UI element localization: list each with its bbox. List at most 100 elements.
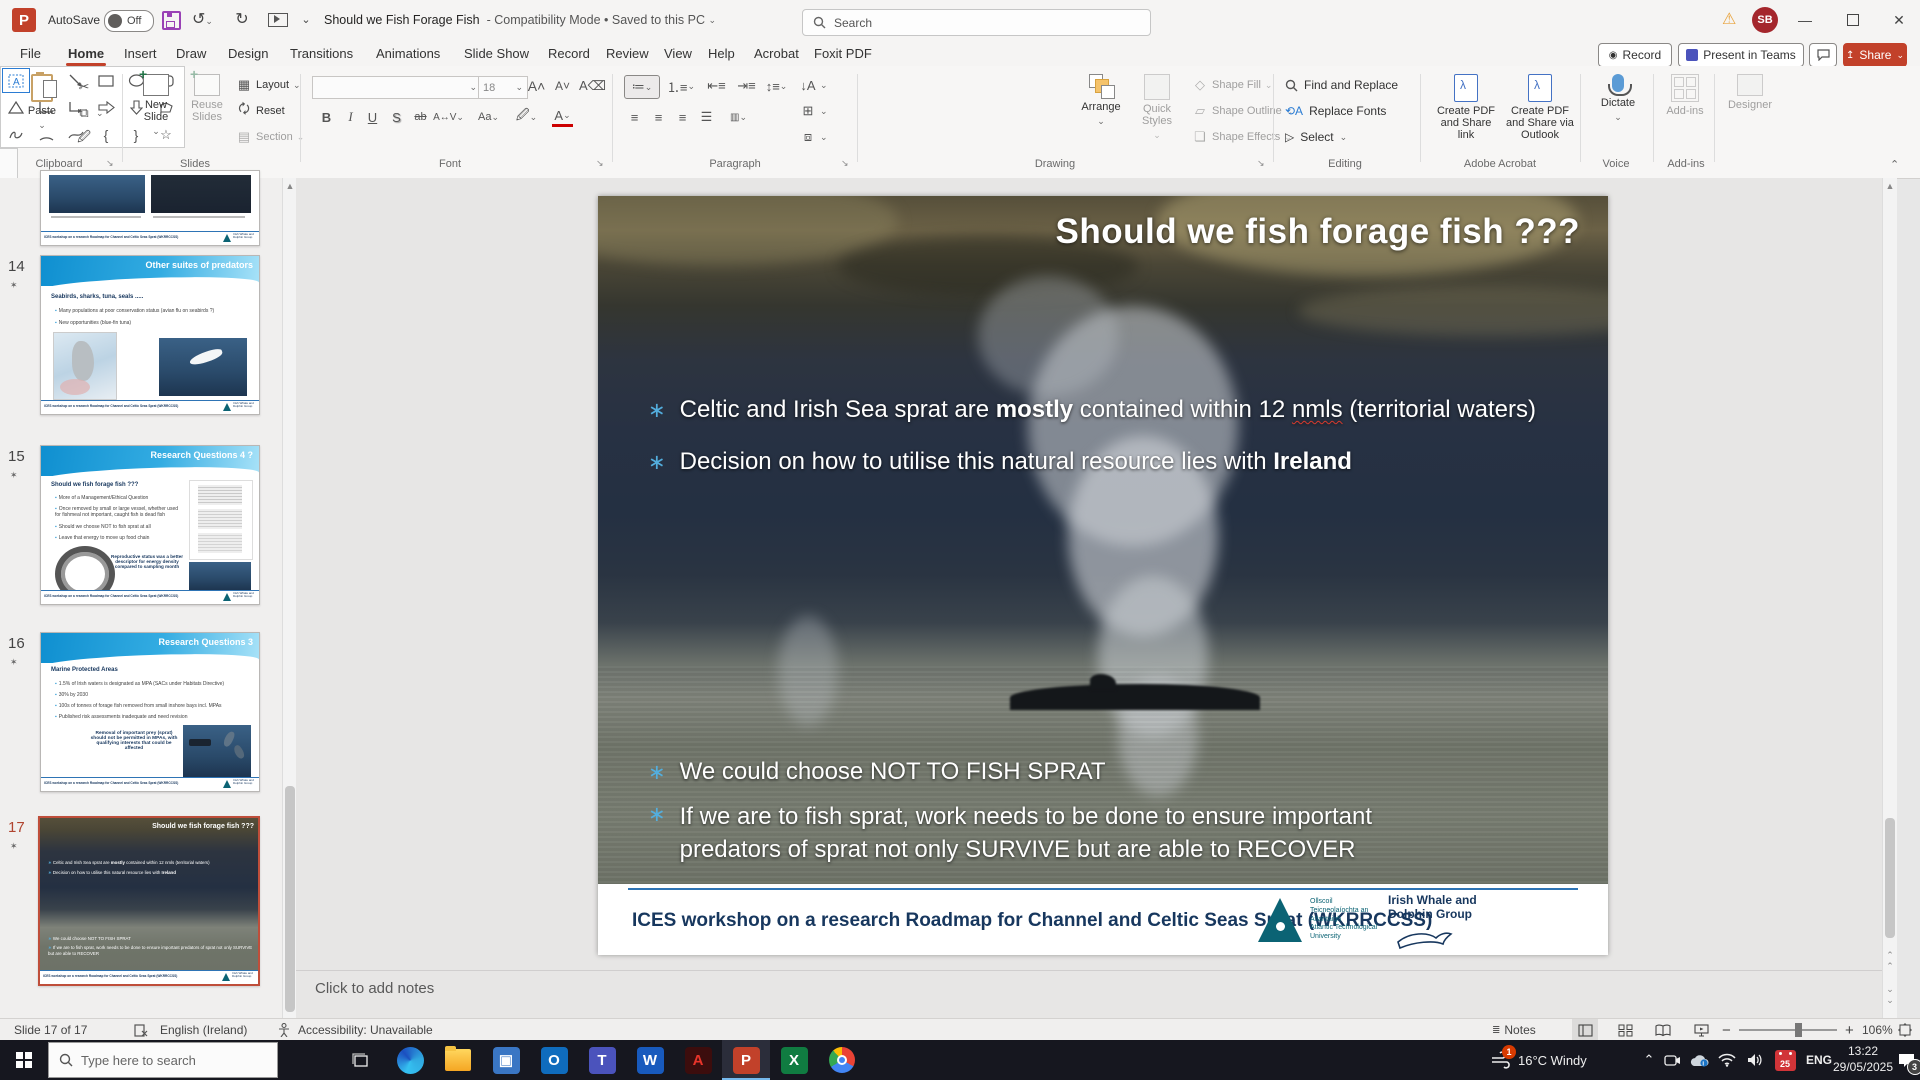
- language-indicator[interactable]: English (Ireland): [160, 1019, 247, 1041]
- start-slideshow-icon[interactable]: [268, 13, 288, 27]
- align-left-button[interactable]: ≡: [624, 106, 645, 128]
- title-dropdown-icon[interactable]: ⌄: [708, 15, 716, 26]
- share-button[interactable]: ↥Share⌄: [1843, 43, 1907, 67]
- slide-sorter-view-button[interactable]: [1612, 1019, 1638, 1041]
- zoom-slider-thumb[interactable]: [1795, 1023, 1802, 1037]
- tab-view[interactable]: View: [662, 40, 694, 66]
- taskbar-search-input[interactable]: Type here to search: [48, 1042, 278, 1078]
- replace-fonts-button[interactable]: ⟲A Replace Fonts: [1285, 104, 1386, 118]
- reading-view-button[interactable]: [1650, 1019, 1676, 1041]
- taskbar-excel-icon[interactable]: X: [770, 1040, 818, 1080]
- normal-view-button[interactable]: [1572, 1019, 1598, 1041]
- arrange-button[interactable]: Arrange⌄: [1075, 74, 1127, 127]
- taskbar-acrobat-icon[interactable]: A: [674, 1040, 722, 1080]
- slide-title[interactable]: Should we fish forage fish ???: [1056, 212, 1580, 252]
- previous-slide-icon[interactable]: ⌃⌃: [1883, 950, 1897, 972]
- taskbar-file-explorer-icon[interactable]: [434, 1040, 482, 1080]
- calendar-tray-icon[interactable]: 25: [1772, 1040, 1798, 1080]
- increase-indent-button[interactable]: ⇥≡: [736, 75, 757, 97]
- search-input[interactable]: Search: [802, 9, 1151, 36]
- notes-toggle[interactable]: ≣ Notes: [1492, 1019, 1536, 1041]
- accessibility-status[interactable]: Accessibility: Unavailable: [298, 1019, 433, 1041]
- tab-transitions[interactable]: Transitions: [288, 40, 355, 66]
- text-direction-button[interactable]: ↓A⌄: [800, 78, 828, 92]
- find-replace-button[interactable]: Find and Replace: [1285, 78, 1398, 92]
- tab-slideshow[interactable]: Slide Show: [462, 40, 531, 66]
- cut-button[interactable]: ✂: [76, 80, 99, 94]
- tab-foxit[interactable]: Foxit PDF: [812, 40, 874, 66]
- qat-overflow-icon[interactable]: ⌄: [296, 10, 316, 30]
- taskbar-edge-icon[interactable]: [386, 1040, 434, 1080]
- layout-button[interactable]: ▦Layout⌄: [236, 78, 301, 92]
- character-spacing-button[interactable]: A↔V⌄: [438, 106, 459, 128]
- main-scrollbar[interactable]: ▲ ⌃⌃ ⌄⌄: [1882, 178, 1897, 1018]
- zoom-slider[interactable]: [1739, 1029, 1837, 1031]
- drawing-dialog-launcher[interactable]: ↘: [1257, 158, 1265, 169]
- minimize-button[interactable]: —: [1782, 0, 1828, 40]
- save-icon[interactable]: [162, 11, 181, 30]
- thumbnail-slide-17-selected[interactable]: Should we fish forage fish ??? ∗ Celtic …: [38, 816, 260, 986]
- italic-button[interactable]: I: [340, 106, 361, 128]
- font-size-combo[interactable]: 18⌄: [478, 76, 528, 99]
- align-text-button[interactable]: ⊞⌄: [800, 104, 828, 118]
- designer-button[interactable]: Designer: [1722, 74, 1778, 111]
- main-scrollbar-thumb[interactable]: [1885, 818, 1895, 938]
- thumbnail-slide-13[interactable]: ICES workshop on a research Roadmap for …: [40, 170, 260, 246]
- paragraph-dialog-launcher[interactable]: ↘: [841, 158, 849, 169]
- powerpoint-app-icon[interactable]: P: [12, 8, 36, 32]
- clipboard-dialog-launcher[interactable]: ↘: [106, 158, 114, 169]
- dictate-button[interactable]: Dictate⌄: [1592, 74, 1644, 123]
- scroll-up-icon[interactable]: ▲: [1883, 181, 1897, 191]
- tab-acrobat[interactable]: Acrobat: [752, 40, 801, 66]
- notes-placeholder[interactable]: Click to add notes: [315, 980, 434, 997]
- columns-button[interactable]: ▥⌄: [728, 106, 749, 128]
- volume-icon[interactable]: [1742, 1040, 1768, 1080]
- zoom-in-button[interactable]: +: [1845, 1019, 1854, 1041]
- redo-icon[interactable]: ↻: [232, 10, 252, 30]
- wifi-icon[interactable]: [1714, 1040, 1740, 1080]
- thumbnail-slide-16[interactable]: Research Questions 3 Marine Protected Ar…: [40, 632, 260, 792]
- undo-icon[interactable]: ↺⌄: [192, 10, 212, 30]
- text-shadow-button[interactable]: S: [386, 106, 407, 128]
- tab-record[interactable]: Record: [546, 40, 592, 66]
- thumbnail-scroll-up-icon[interactable]: ▲: [283, 181, 297, 191]
- close-button[interactable]: ✕: [1876, 0, 1920, 40]
- warning-icon[interactable]: ⚠: [1722, 9, 1736, 29]
- slide-counter[interactable]: Slide 17 of 17: [14, 1019, 87, 1041]
- tab-design[interactable]: Design: [226, 40, 270, 66]
- highlight-color-button[interactable]: 🖉⌄: [516, 106, 537, 128]
- restore-button[interactable]: [1830, 0, 1876, 40]
- taskbar-photos-icon[interactable]: ▣: [482, 1040, 530, 1080]
- shape-effects-button[interactable]: ❏Shape Effects⌄: [1192, 130, 1292, 144]
- reset-button[interactable]: 🗘Reset: [236, 104, 285, 118]
- clear-formatting-button[interactable]: A⌫: [582, 75, 603, 97]
- onedrive-icon[interactable]: i: [1686, 1040, 1712, 1080]
- create-pdf-outlook-button[interactable]: Create PDF and Share via Outlook: [1504, 74, 1576, 141]
- slide-bullet-4[interactable]: ∗ If we are to fish sprat, work needs to…: [648, 800, 1408, 866]
- font-color-button[interactable]: A⌄: [552, 106, 573, 127]
- taskbar-outlook-icon[interactable]: O: [530, 1040, 578, 1080]
- convert-smartart-button[interactable]: ⧈⌄: [800, 130, 828, 144]
- fit-slide-to-window-button[interactable]: [1898, 1019, 1912, 1041]
- decrease-indent-button[interactable]: ⇤≡: [706, 75, 727, 97]
- shape-left-brace[interactable]: {: [91, 121, 121, 148]
- task-view-button[interactable]: [336, 1040, 384, 1080]
- addins-button[interactable]: Add-ins: [1660, 74, 1710, 117]
- shape-outline-button[interactable]: ▱Shape Outline⌄: [1192, 104, 1293, 118]
- bold-button[interactable]: B: [316, 106, 337, 128]
- tab-review[interactable]: Review: [604, 40, 651, 66]
- align-right-button[interactable]: ≡: [672, 106, 693, 128]
- slide-canvas[interactable]: Should we fish forage fish ??? ∗ Celtic …: [598, 196, 1608, 955]
- thumbnail-slide-15[interactable]: Research Questions 4 ? Should we fish fo…: [40, 445, 260, 605]
- slideshow-view-button[interactable]: [1688, 1019, 1714, 1041]
- slide-bullet-1[interactable]: ∗ Celtic and Irish Sea sprat are mostly …: [648, 396, 1548, 425]
- tab-home[interactable]: Home: [66, 40, 106, 66]
- clock[interactable]: 13:22 29/05/2025: [1836, 1040, 1890, 1080]
- record-button[interactable]: ◉Record: [1598, 43, 1672, 67]
- autosave-toggle[interactable]: Off: [104, 10, 154, 32]
- tab-insert[interactable]: Insert: [122, 40, 159, 66]
- copy-button[interactable]: ⧉⌄: [76, 106, 104, 120]
- grow-font-button[interactable]: A˄: [526, 75, 547, 97]
- change-case-button[interactable]: Aa⌄: [478, 106, 499, 128]
- start-button[interactable]: [0, 1040, 48, 1080]
